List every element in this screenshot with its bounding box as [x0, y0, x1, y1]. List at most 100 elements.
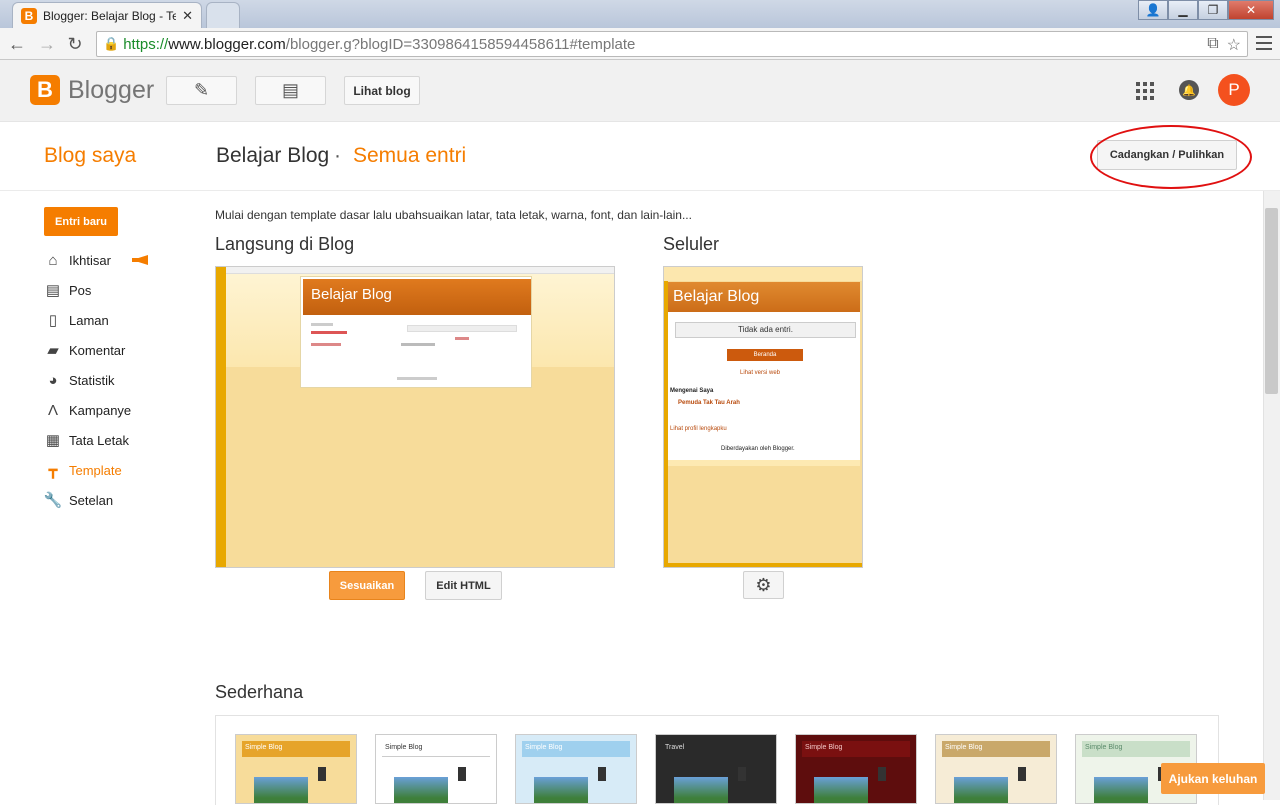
posts-icon: ▤ [281, 80, 299, 100]
blogger-logo-icon: B [30, 75, 60, 105]
chrome-menu-icon[interactable] [1256, 34, 1272, 52]
theme-thumb-side [738, 767, 746, 781]
browser-titlebar: B Blogger: Belajar Blog - Te ✕ 👤 ▁ ❐ ✕ [0, 0, 1280, 28]
mobile-preview-body: Tidak ada entri. Beranda Lihat versi web… [668, 312, 860, 460]
sidebar-item-label: Ikhtisar [69, 252, 111, 268]
url-path: /blogger.g?blogID=3309864158594458611#te… [285, 35, 636, 53]
avatar[interactable]: P [1218, 74, 1250, 106]
lock-icon: 🔒 [103, 36, 120, 51]
bookmark-star-icon[interactable]: ☆ [1227, 35, 1241, 55]
browser-tab-active[interactable]: B Blogger: Belajar Blog - Te ✕ [12, 2, 202, 28]
template-icon: ┳ [48, 462, 58, 479]
all-posts-link[interactable]: Semua entri [353, 144, 466, 168]
theme-thumb[interactable]: Simple Blog [795, 734, 917, 804]
translate-icon[interactable]: ⧉ [1207, 35, 1218, 55]
megaphone-icon [132, 255, 148, 265]
sidebar-item-label: Tata Letak [69, 432, 129, 448]
sidebar-item-laman[interactable]: ▯ Laman [44, 305, 194, 335]
mobile-web-version-link: Lihat versi web [740, 370, 781, 376]
new-post-button[interactable]: Entri baru [44, 207, 118, 236]
posts-icon: ▤ [45, 282, 61, 299]
logo-text: Blogger [68, 75, 155, 104]
theme-thumb[interactable]: Simple Blog [515, 734, 637, 804]
scrollbar-thumb[interactable] [1265, 208, 1278, 394]
blogger-favicon-icon: B [21, 7, 37, 24]
blog-title[interactable]: Belajar Blog [216, 144, 329, 168]
theme-thumb[interactable]: Simple Blog [235, 734, 357, 804]
edit-html-button[interactable]: Edit HTML [425, 571, 502, 600]
blogger-logo[interactable]: B Blogger [30, 75, 154, 105]
preview-line [311, 343, 341, 346]
feedback-button[interactable]: Ajukan keluhan [1161, 763, 1265, 794]
theme-thumb-side [598, 767, 606, 781]
theme-thumb-title: Travel [662, 741, 770, 757]
view-blog-button[interactable]: Lihat blog [344, 76, 420, 105]
desktop-template-preview[interactable]: Belajar Blog [215, 266, 615, 568]
gear-icon: ⚙ [755, 574, 772, 595]
theme-thumb-title: Simple Blog [382, 741, 490, 757]
theme-thumb[interactable]: Travel [655, 734, 777, 804]
preview-blog-title: Belajar Blog [303, 279, 531, 315]
notifications-bell-icon[interactable]: 🔔 [1179, 80, 1199, 100]
sidebar-item-ikhtisar[interactable]: ⌂ Ikhtisar [44, 245, 194, 275]
theme-thumb[interactable]: Simple Blog [375, 734, 497, 804]
intro-text: Mulai dengan template dasar lalu ubahsua… [215, 208, 692, 222]
preview-line [311, 323, 333, 326]
sidebar-item-label: Statistik [69, 372, 115, 388]
sidebar-item-setelan[interactable]: 🔧 Setelan [44, 485, 194, 515]
mobile-settings-button[interactable]: ⚙ [743, 571, 784, 599]
user-icon[interactable]: 👤 [1138, 0, 1168, 20]
mobile-no-entries: Tidak ada entri. [675, 322, 856, 338]
theme-thumb-title: Simple Blog [802, 741, 910, 757]
pencil-icon: ✎ [193, 80, 210, 100]
window-close-icon[interactable]: ✕ [1228, 0, 1274, 20]
sidebar-item-statistik[interactable]: ◕ Statistik [44, 365, 194, 395]
mobile-home-button: Beranda [727, 349, 803, 361]
sidebar-item-pos[interactable]: ▤ Pos [44, 275, 194, 305]
mobile-template-preview[interactable]: Belajar Blog Tidak ada entri. Beranda Li… [663, 266, 863, 568]
new-tab-button[interactable] [206, 2, 240, 28]
reload-icon[interactable]: ↻ [64, 33, 86, 55]
posts-list-button[interactable]: ▤ [255, 76, 326, 105]
address-bar[interactable]: 🔒 https:// www.blogger.com /blogger.g?bl… [96, 31, 1248, 57]
sidebar-item-tata-letak[interactable]: ▦ Tata Letak [44, 425, 194, 455]
theme-thumb-title: Simple Blog [522, 741, 630, 757]
theme-thumb-side [1018, 767, 1026, 781]
browser-toolbar: ← → ↻ 🔒 https:// www.blogger.com /blogge… [0, 28, 1280, 60]
sidebar-item-label: Pos [69, 282, 92, 298]
simple-section-title: Sederhana [215, 682, 304, 702]
new-post-pencil-button[interactable]: ✎ [166, 76, 237, 105]
sidebar-item-kampanye[interactable]: Λ Kampanye [44, 395, 194, 425]
mobile-footer-strip [668, 460, 860, 466]
minimize-icon[interactable]: ▁ [1168, 0, 1198, 20]
sidebar-item-label: Setelan [69, 492, 114, 508]
tab-close-icon[interactable]: ✕ [182, 8, 193, 24]
preview-content-card: Belajar Blog [300, 276, 532, 388]
preview-line [397, 377, 437, 380]
sidebar-item-komentar[interactable]: ▰ Komentar [44, 335, 194, 365]
theme-thumb[interactable]: Simple Blog [935, 734, 1057, 804]
theme-thumb-side [878, 767, 886, 781]
mobile-powered-by: Diberdayakan oleh Blogger. [721, 446, 795, 452]
mobile-blog-title: Belajar Blog [668, 282, 860, 312]
theme-thumb-title: Simple Blog [942, 741, 1050, 757]
mobile-about-me: Mengenai Saya [670, 388, 714, 394]
sidebar-item-label: Template [69, 462, 122, 478]
preview-navbar [226, 267, 614, 274]
apps-grid-icon[interactable] [1136, 82, 1154, 100]
mobile-profile-name: Pemuda Tak Tau Arah [678, 400, 740, 406]
comment-icon: ▰ [47, 342, 59, 359]
maximize-icon[interactable]: ❐ [1198, 0, 1228, 20]
sidebar-item-template[interactable]: ┳ Template [44, 455, 194, 485]
sidebar-nav: ⌂ Ikhtisar ▤ Pos ▯ Laman ▰ Komentar ◕ St… [44, 245, 194, 515]
back-icon[interactable]: ← [6, 33, 28, 55]
adwords-icon: Λ [47, 401, 59, 419]
my-blogs-link[interactable]: Blog saya [44, 144, 136, 168]
forward-icon[interactable]: → [36, 33, 58, 55]
wrench-icon: 🔧 [43, 492, 63, 509]
tab-title: Blogger: Belajar Blog - Te [43, 8, 177, 23]
mobile-full-profile-link: Lihat profil lengkapku [670, 426, 727, 432]
url-scheme: https:// [123, 35, 169, 53]
customize-button[interactable]: Sesuaikan [329, 571, 405, 600]
layout-icon: ▦ [45, 432, 61, 449]
